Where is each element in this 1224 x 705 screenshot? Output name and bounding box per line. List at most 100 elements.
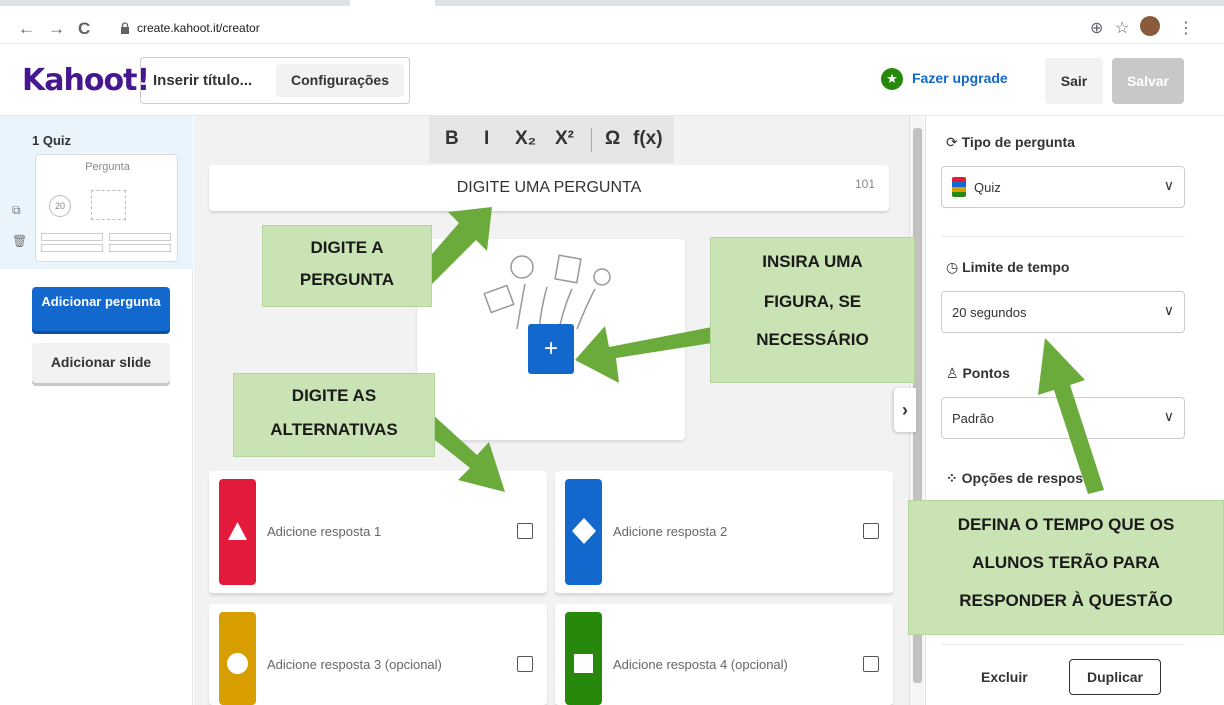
slides-sidebar: 1 Quiz ⧉ 🗑 Pergunta 20 Adicionar pergunt… [0,116,193,705]
question-input[interactable]: DIGITE UMA PERGUNTA 101 [209,165,889,211]
answer-card-3[interactable]: Adicione resposta 3 (opcional) [209,604,547,705]
add-slide-button[interactable]: Adicionar slide [32,343,170,383]
toolbar-divider [591,128,592,152]
question-type-select[interactable]: Quiz ∨ [941,166,1185,208]
answer-card-4[interactable]: Adicione resposta 4 (opcional) [555,604,893,705]
italic-button[interactable]: I [484,128,489,150]
duplicate-icon[interactable]: ⧉ [12,203,21,218]
bookmark-star-icon[interactable]: ☆ [1115,18,1129,38]
clock-icon: ◷ [946,259,963,275]
add-media-button[interactable]: + [528,324,574,374]
add-question-button[interactable]: Adicionar pergunta [32,287,170,331]
dots-icon: ⁘ [946,470,962,486]
zoom-icon[interactable]: ⊕ [1090,18,1103,38]
slide-label: 1 Quiz [32,133,72,148]
time-limit-label: ◷ Limite de tempo [946,259,1070,275]
answer-options-label: ⁘ Opções de respos [946,470,1084,486]
answer-card-2[interactable]: Adicione resposta 2 [555,471,893,593]
char-counter: 101 [854,177,875,191]
special-char-button[interactable]: Ω [605,128,620,150]
back-icon[interactable]: ← [18,19,35,39]
media-illustration-icon [483,254,611,329]
quiz-icon [952,177,966,197]
note-answers: DIGITE AS ALTERNATIVAS [233,373,435,457]
subscript-button[interactable]: X₂ [515,128,536,150]
note-image-line2: FIGURA, SE [763,292,862,311]
forward-icon[interactable]: → [48,19,65,39]
answer-card-1[interactable]: Adicione resposta 1 [209,471,547,593]
medal-icon: ♙ [946,365,963,381]
trash-icon[interactable]: 🗑 [12,234,27,248]
note-question-line1: DIGITE A [310,238,384,257]
bold-button[interactable]: B [445,128,459,150]
note-answers-line1: DIGITE AS [291,386,377,405]
answer-color-bar [565,612,602,705]
question-type-value: Quiz [974,180,1001,195]
note-time-line3: RESPONDER À QUESTÃO [959,591,1173,610]
time-limit-select[interactable]: 20 segundos ∨ [941,291,1185,333]
answer-color-bar [219,479,256,585]
title-placeholder: Inserir título... [153,72,253,89]
chevron-down-icon: ∨ [1163,302,1174,318]
save-button[interactable]: Salvar [1112,58,1184,104]
upgrade-star-icon: ★ [881,68,903,90]
answer-color-bar [219,612,256,705]
diamond-icon [572,518,596,544]
image-icon[interactable] [863,656,879,672]
thumb-answer [109,233,171,241]
address-bar[interactable]: create.kahoot.it/creator [110,17,1190,41]
upgrade-link[interactable]: Fazer upgrade [912,70,1008,86]
note-question: DIGITE A PERGUNTA [262,225,432,307]
answer-placeholder: Adicione resposta 1 [267,524,382,539]
points-select[interactable]: Padrão ∨ [941,397,1185,439]
lock-icon [121,22,129,34]
time-limit-value: 20 segundos [952,305,1027,320]
divider [941,644,1185,645]
collapse-panel-button[interactable]: › [894,388,916,432]
browser-tab-strip [0,0,350,6]
reload-icon[interactable]: C [78,19,90,39]
thumb-answer [41,244,103,252]
note-image-line3: NECESSÁRIO [756,330,869,349]
answer-placeholder: Adicione resposta 4 (opcional) [613,657,788,672]
exit-button[interactable]: Sair [1045,58,1103,104]
answer-color-bar [565,479,602,585]
formula-button[interactable]: f(x) [633,128,663,150]
browser-tab-strip [435,0,1224,6]
triangle-icon [228,522,247,540]
thumb-timer: 20 [49,195,71,217]
slide-thumbnail[interactable]: Pergunta 20 [35,154,178,262]
note-time-line1: DEFINA O TEMPO QUE OS [957,515,1175,534]
points-value: Padrão [952,411,994,426]
question-type-label: ⟳ Tipo de pergunta [946,134,1075,150]
image-icon[interactable] [517,656,533,672]
question-type-icon: ⟳ [946,134,962,150]
browser-toolbar: ← → C create.kahoot.it/creator ⊕ ☆ ⋮ [0,0,1224,44]
square-icon [574,654,593,673]
circle-icon [227,653,248,674]
profile-avatar[interactable] [1140,16,1160,36]
browser-menu-icon[interactable]: ⋮ [1178,18,1194,38]
chevron-down-icon: ∨ [1163,408,1174,424]
chevron-down-icon: ∨ [1163,177,1174,193]
url-text: create.kahoot.it/creator [137,21,260,35]
note-time-line2: ALUNOS TERÃO PARA [972,553,1160,572]
answer-placeholder: Adicione resposta 2 [613,524,728,539]
note-time: DEFINA O TEMPO QUE OS ALUNOS TERÃO PARA … [908,500,1224,635]
points-label: ♙ Pontos [946,365,1010,381]
media-upload-area[interactable]: + [417,239,685,440]
note-question-line2: PERGUNTA [299,270,395,289]
thumb-image-placeholder [91,190,126,220]
note-image: INSIRA UMA FIGURA, SE NECESSÁRIO [710,237,915,383]
thumb-answer [41,233,103,241]
settings-button[interactable]: Configurações [276,64,404,97]
title-field[interactable]: Inserir título... Configurações [140,57,410,104]
image-icon[interactable] [863,523,879,539]
superscript-button[interactable]: X² [555,128,574,150]
image-icon[interactable] [517,523,533,539]
delete-button[interactable]: Excluir [981,669,1028,685]
slide-item[interactable]: 1 Quiz ⧉ 🗑 Pergunta 20 [0,116,193,269]
kahoot-logo[interactable]: Kahoot! [22,63,150,98]
duplicate-button[interactable]: Duplicar [1069,659,1161,695]
app-header: Kahoot! Inserir título... Configurações … [0,44,1224,116]
